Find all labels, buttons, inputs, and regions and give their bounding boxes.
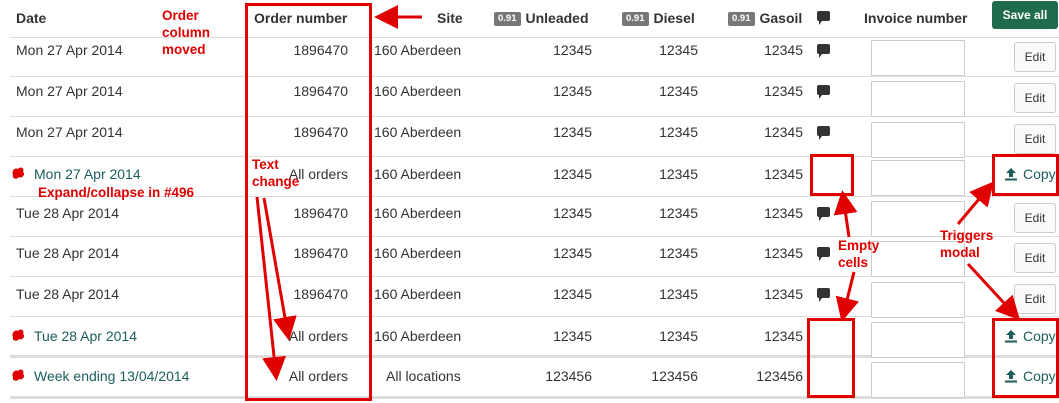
- diesel-cell: 12345: [659, 42, 698, 58]
- expand-collapse-icon[interactable]: [10, 165, 26, 181]
- unleaded-cell: 12345: [553, 124, 592, 140]
- header-unleaded-label: Unleaded: [525, 10, 589, 26]
- invoice-number-input[interactable]: [871, 40, 965, 76]
- gasoil-cell: 12345: [764, 83, 803, 99]
- copy-highlight: [992, 318, 1059, 398]
- unleaded-cell: 12345: [553, 83, 592, 99]
- gasoil-cell: 123456: [756, 368, 803, 384]
- comment-icon[interactable]: [817, 44, 830, 58]
- site-cell: 160 Aberdeen: [374, 245, 462, 261]
- empty-cell-highlight: [810, 154, 854, 196]
- comment-icon[interactable]: [817, 126, 830, 140]
- row-divider: [10, 76, 1059, 77]
- site-cell: 160 Aberdeen: [374, 205, 462, 221]
- invoice-number-input[interactable]: [871, 282, 965, 318]
- gasoil-cell: 12345: [764, 328, 803, 344]
- annotation-text-change: Text change: [252, 157, 300, 189]
- date-cell: Tue 28 Apr 2014: [16, 286, 120, 302]
- date-cell: Mon 27 Apr 2014: [16, 83, 123, 99]
- gasoil-cell: 12345: [764, 124, 803, 140]
- diesel-cell: 12345: [659, 124, 698, 140]
- diesel-cell: 123456: [651, 368, 698, 384]
- unleaded-cell: 12345: [553, 328, 592, 344]
- diesel-cell: 12345: [659, 328, 698, 344]
- week-group-link[interactable]: Week ending 13/04/2014: [34, 366, 189, 386]
- annotation-triggers-modal: Triggers modal: [940, 228, 994, 260]
- unleaded-cell: 12345: [553, 245, 592, 261]
- diesel-price-badge: 0.91: [622, 12, 649, 26]
- diesel-cell: 12345: [659, 245, 698, 261]
- site-cell: All locations: [386, 368, 461, 384]
- site-cell: 160 Aberdeen: [374, 83, 462, 99]
- annotation-order-moved: Order column moved: [162, 8, 211, 57]
- invoice-number-input[interactable]: [871, 160, 965, 196]
- site-cell: 160 Aberdeen: [374, 286, 462, 302]
- header-date[interactable]: Date: [16, 0, 46, 38]
- gasoil-cell: 12345: [764, 286, 803, 302]
- unleaded-cell: 12345: [553, 205, 592, 221]
- comment-header-icon: [817, 11, 830, 25]
- edit-button[interactable]: Edit: [1014, 284, 1056, 314]
- header-unleaded[interactable]: 0.91 Unleaded: [494, 0, 589, 38]
- unleaded-cell: 12345: [553, 166, 592, 182]
- invoice-number-input[interactable]: [871, 122, 965, 158]
- diesel-cell: 12345: [659, 286, 698, 302]
- gasoil-cell: 12345: [764, 42, 803, 58]
- comment-icon[interactable]: [817, 207, 830, 221]
- date-cell: Mon 27 Apr 2014: [16, 124, 123, 140]
- date-cell: Tue 28 Apr 2014: [16, 245, 120, 261]
- diesel-cell: 12345: [659, 83, 698, 99]
- comment-icon[interactable]: [817, 288, 830, 302]
- order-column-highlight: [245, 3, 372, 401]
- diesel-cell: 12345: [659, 205, 698, 221]
- unleaded-cell: 123456: [545, 368, 592, 384]
- gasoil-price-badge: 0.91: [728, 12, 755, 26]
- unleaded-cell: 12345: [553, 286, 592, 302]
- expand-collapse-icon[interactable]: [10, 367, 26, 383]
- save-all-button[interactable]: Save all: [992, 1, 1058, 29]
- site-cell: 160 Aberdeen: [374, 328, 462, 344]
- date-cell: Mon 27 Apr 2014: [16, 42, 123, 58]
- header-invoice-number: Invoice number: [864, 10, 968, 26]
- invoice-number-input[interactable]: [871, 362, 965, 398]
- comment-icon[interactable]: [817, 85, 830, 99]
- edit-button[interactable]: Edit: [1014, 203, 1056, 233]
- edit-button[interactable]: Edit: [1014, 243, 1056, 273]
- header-diesel[interactable]: 0.91 Diesel: [622, 0, 695, 38]
- site-cell: 160 Aberdeen: [374, 42, 462, 58]
- invoice-number-input[interactable]: [871, 322, 965, 358]
- date-group-link[interactable]: Mon 27 Apr 2014: [34, 164, 141, 184]
- gasoil-cell: 12345: [764, 245, 803, 261]
- invoice-number-input[interactable]: [871, 81, 965, 117]
- empty-cell-highlight: [807, 318, 855, 398]
- annotation-expand-collapse: Expand/collapse in #496: [38, 185, 195, 200]
- unleaded-price-badge: 0.91: [494, 12, 521, 26]
- date-group-link[interactable]: Tue 28 Apr 2014: [34, 326, 137, 346]
- gasoil-cell: 12345: [764, 166, 803, 182]
- site-cell: 160 Aberdeen: [374, 124, 462, 140]
- site-cell: 160 Aberdeen: [374, 166, 462, 182]
- expand-collapse-icon[interactable]: [10, 327, 26, 343]
- orders-table: Date Order number Site 0.91 Unleaded 0.91…: [0, 0, 1059, 403]
- copy-highlight: [992, 154, 1059, 196]
- unleaded-cell: 12345: [553, 42, 592, 58]
- diesel-cell: 12345: [659, 166, 698, 182]
- header-diesel-label: Diesel: [653, 10, 695, 26]
- edit-button[interactable]: Edit: [1014, 124, 1056, 154]
- annotation-empty-cells: Empty cells: [838, 238, 880, 270]
- header-site[interactable]: Site: [437, 0, 463, 38]
- edit-button[interactable]: Edit: [1014, 42, 1056, 72]
- edit-button[interactable]: Edit: [1014, 83, 1056, 113]
- header-gasoil-label: Gasoil: [759, 10, 803, 26]
- header-gasoil[interactable]: 0.91 Gasoil: [728, 0, 802, 38]
- gasoil-cell: 12345: [764, 205, 803, 221]
- comment-icon[interactable]: [817, 247, 830, 261]
- date-cell: Tue 28 Apr 2014: [16, 205, 120, 221]
